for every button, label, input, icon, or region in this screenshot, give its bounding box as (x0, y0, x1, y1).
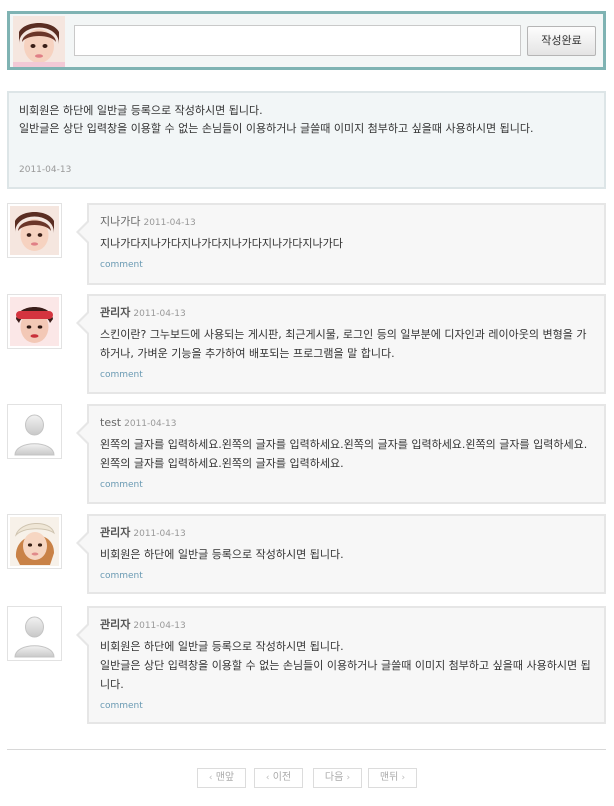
notice-box: 비회원은 하단에 일반글 등록으로 작성하시면 됩니다. 일반글은 상단 입력창… (7, 91, 606, 189)
comment-body: 비회원은 하단에 일반글 등록으로 작성하시면 됩니다. (100, 548, 344, 561)
comment-date: 2011-04-13 (133, 621, 186, 631)
comment-bubble: 관리자 2011-04-13 비회원은 하단에 일반글 등록으로 작성하시면 됩니… (76, 606, 606, 724)
comment-bubble: test 2011-04-13 왼쪽의 글자를 입력하세요.왼쪽의 글자를 입력하… (76, 404, 606, 504)
comment-date: 2011-04-13 (133, 529, 186, 539)
chevron-right-icon: › (346, 773, 351, 783)
first-page-label: 맨앞 (215, 772, 235, 783)
comment-input[interactable] (74, 25, 521, 56)
comment-bubble: 관리자 2011-04-13 스킨이란? 그누보드에 사용되는 게시판, 최근게시… (76, 294, 606, 394)
comment-bubble: 관리자 2011-04-13 비회원은 하단에 일반글 등록으로 작성하시면 됩니… (76, 514, 606, 594)
comment-link[interactable]: comment (100, 258, 143, 272)
comment-author: 관리자 (100, 306, 131, 319)
prev-page-button[interactable]: ‹ 이전 (254, 768, 303, 788)
user-avatar (13, 16, 65, 67)
comment-write-box: 작성완료 (7, 11, 606, 70)
comment-meta: 관리자 2011-04-13 (100, 618, 593, 632)
notice-text: 비회원은 하단에 일반글 등록으로 작성하시면 됩니다. 일반글은 상단 입력창… (19, 104, 534, 135)
comment-author: test (100, 416, 122, 429)
comment-date: 2011-04-13 (133, 309, 186, 319)
comment-link[interactable]: comment (100, 368, 143, 382)
comment-link[interactable]: comment (100, 699, 143, 713)
comment-body: 비회원은 하단에 일반글 등록으로 작성하시면 됩니다. 일반글은 상단 입력창… (100, 640, 591, 691)
comment-meta: 관리자 2011-04-13 (100, 526, 593, 540)
prev-page-label: 이전 (272, 772, 292, 783)
default-avatar-icon (7, 606, 62, 661)
comment-link[interactable]: comment (100, 569, 143, 583)
comment-date: 2011-04-13 (124, 419, 177, 429)
comment-author: 지나가다 (100, 215, 141, 228)
chevron-right-icon: › (401, 773, 406, 783)
avatar (7, 203, 62, 258)
comment-body: 왼쪽의 글자를 입력하세요.왼쪽의 글자를 입력하세요.왼쪽의 글자를 입력하세… (100, 438, 588, 470)
comment-body: 스킨이란? 그누보드에 사용되는 게시판, 최근게시물, 로그인 등의 일부분에… (100, 328, 587, 360)
comment-date: 2011-04-13 (143, 218, 196, 228)
submit-button[interactable]: 작성완료 (527, 26, 596, 56)
next-page-label: 다음 (324, 772, 344, 783)
comment-link[interactable]: comment (100, 478, 143, 492)
comment-bubble: 지나가다 2011-04-13 지나가다지나가다지나가다지나가다지나가다지나가다 … (76, 203, 606, 285)
notice-date: 2011-04-13 (19, 165, 72, 175)
chevron-left-icon: ‹ (265, 773, 270, 783)
avatar (7, 294, 62, 349)
first-page-button[interactable]: ‹ 맨앞 (197, 768, 246, 788)
chevron-left-icon: ‹ (208, 773, 213, 783)
next-page-button[interactable]: 다음 › (313, 768, 362, 788)
comment-author: 관리자 (100, 618, 131, 631)
default-avatar-icon (7, 404, 62, 459)
comment-body: 지나가다지나가다지나가다지나가다지나가다지나가다 (100, 237, 343, 250)
last-page-label: 맨뒤 (379, 772, 399, 783)
comment-author: 관리자 (100, 526, 131, 539)
comment-meta: test 2011-04-13 (100, 416, 593, 430)
comment-meta: 지나가다 2011-04-13 (100, 215, 593, 229)
last-page-button[interactable]: 맨뒤 › (368, 768, 417, 788)
comment-meta: 관리자 2011-04-13 (100, 306, 593, 320)
avatar (7, 514, 62, 569)
divider (7, 749, 606, 750)
